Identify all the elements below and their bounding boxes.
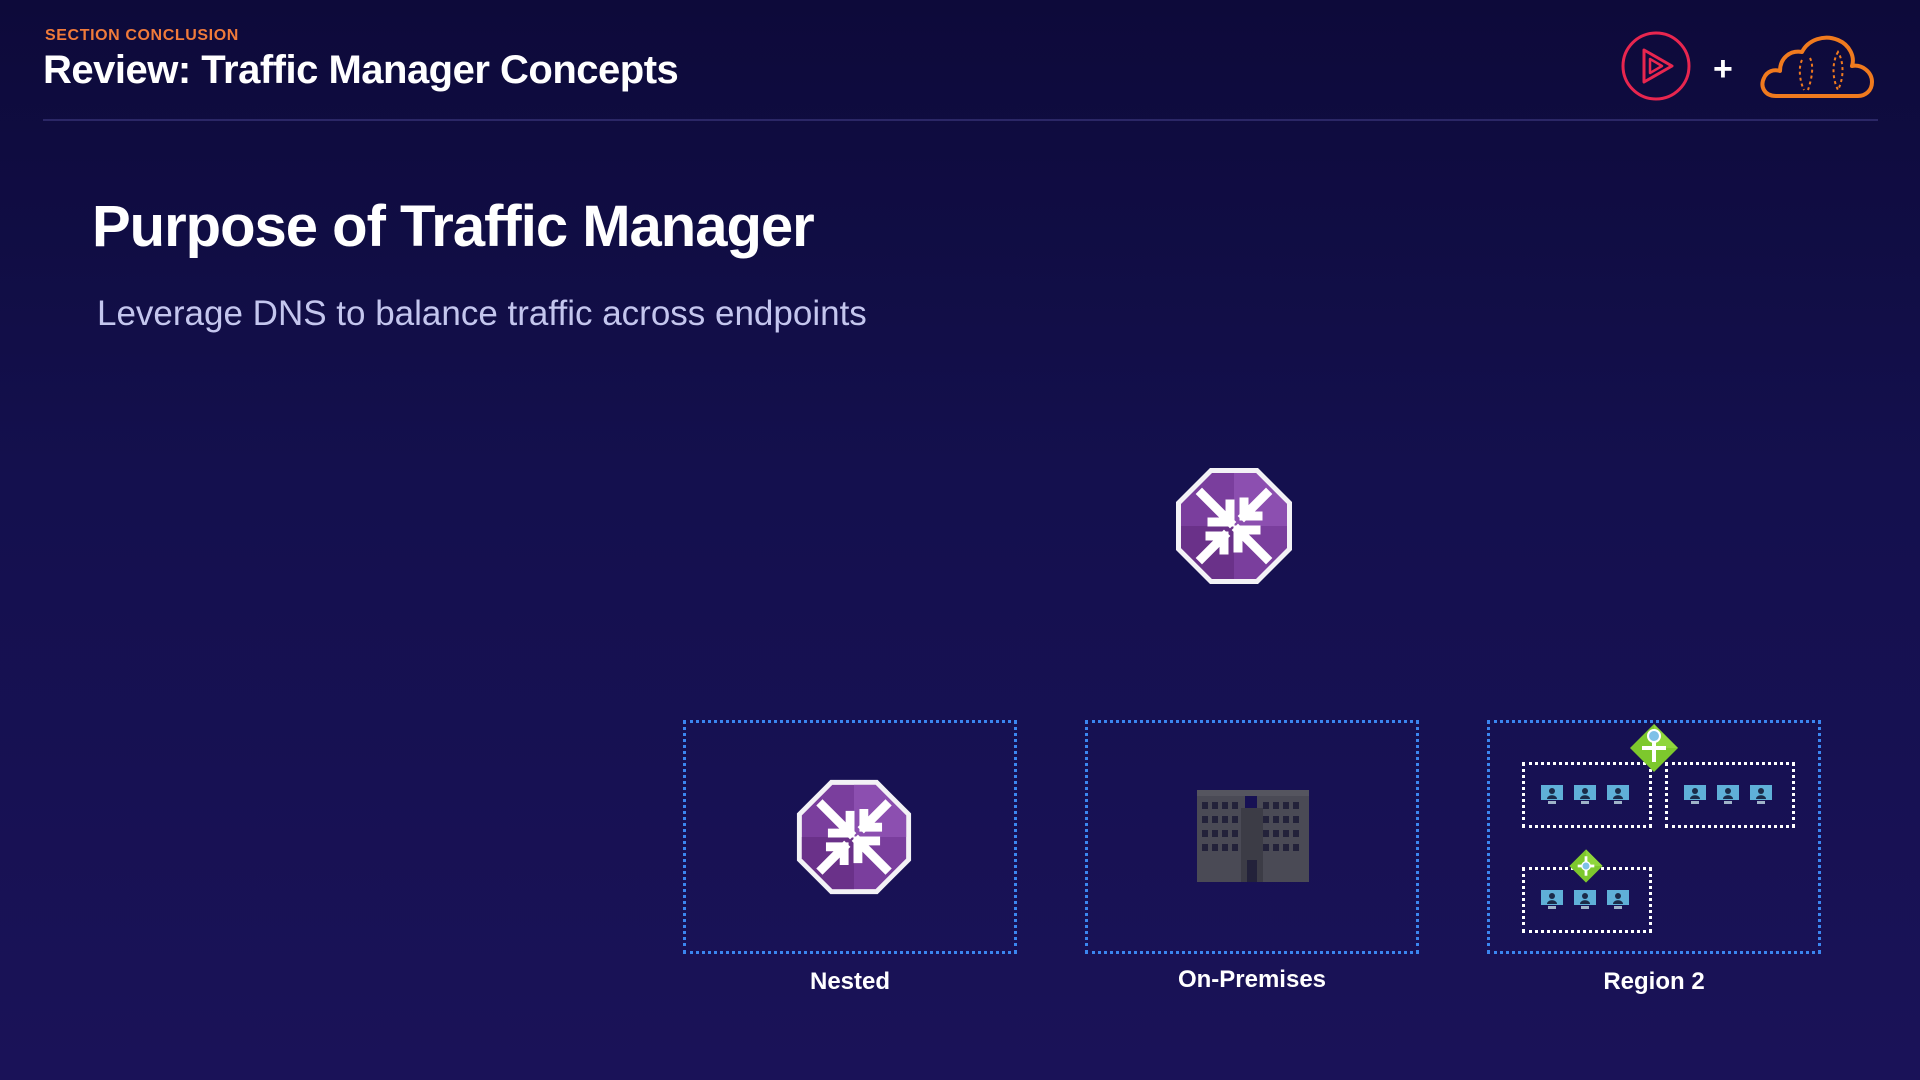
header-divider [43, 119, 1878, 121]
on-premises-label: On-Premises [1177, 966, 1327, 993]
vm-icon [1607, 785, 1629, 804]
logo-separator: + [1713, 50, 1733, 88]
region-2-label: Region 2 [1603, 968, 1705, 995]
building-icon [1197, 790, 1309, 882]
cloud-icon [1760, 35, 1874, 98]
slide-title: Purpose of Traffic Manager [92, 194, 815, 259]
nested-traffic-manager-icon [796, 779, 912, 895]
nested-label: Nested [809, 968, 891, 995]
vm-icon [1607, 890, 1629, 909]
vm-scale-set-2 [1665, 762, 1795, 828]
load-balancer-icon [1569, 849, 1603, 883]
header-logos: + [1620, 30, 1880, 105]
vm-icon [1541, 890, 1563, 909]
vm-icon [1574, 890, 1596, 909]
vm-icon [1750, 785, 1772, 804]
header-title: Review: Traffic Manager Concepts [43, 48, 679, 92]
vm-icon [1717, 785, 1739, 804]
vm-icon [1541, 785, 1563, 804]
section-eyebrow: SECTION CONCLUSION [45, 27, 239, 44]
pluralsight-play-icon [1621, 31, 1691, 101]
vm-icon [1574, 785, 1596, 804]
traffic-manager-icon [1176, 468, 1292, 584]
vm-icon [1684, 785, 1706, 804]
load-balancer-icon [1630, 724, 1678, 772]
slide-subtitle: Leverage DNS to balance traffic across e… [97, 294, 867, 333]
